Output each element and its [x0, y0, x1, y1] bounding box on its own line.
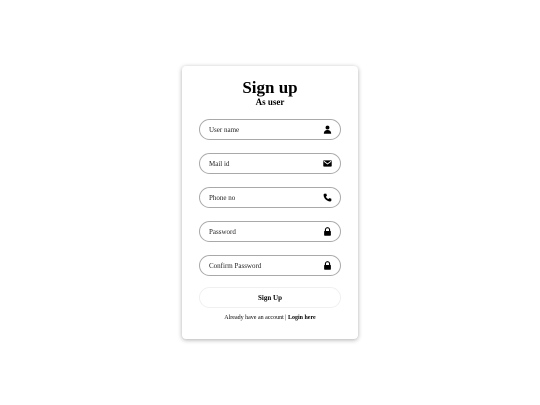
- password-field-wrapper: [199, 221, 341, 242]
- phone-field-wrapper: [199, 187, 341, 208]
- form-subtitle: As user: [255, 97, 285, 107]
- password-input[interactable]: [200, 222, 340, 241]
- username-input[interactable]: [200, 120, 340, 139]
- lock-icon: [323, 227, 332, 236]
- phone-input[interactable]: [200, 188, 340, 207]
- confirm-password-input[interactable]: [200, 256, 340, 275]
- phone-icon: [323, 193, 332, 202]
- signup-card: Sign up As user Sign Up Already have an …: [182, 66, 358, 339]
- mail-field-wrapper: [199, 153, 341, 174]
- username-field-wrapper: [199, 119, 341, 140]
- sign-up-button[interactable]: Sign Up: [199, 287, 341, 308]
- lock-icon: [323, 261, 332, 270]
- user-icon: [323, 125, 332, 134]
- envelope-icon: [323, 159, 332, 168]
- login-prompt-text: Already have an account |: [224, 315, 287, 321]
- mail-input[interactable]: [200, 154, 340, 173]
- login-prompt: Already have an account | Login here: [182, 314, 358, 323]
- login-link[interactable]: Login here: [288, 315, 316, 321]
- form-title: Sign up: [242, 78, 298, 97]
- confirm-password-field-wrapper: [199, 255, 341, 276]
